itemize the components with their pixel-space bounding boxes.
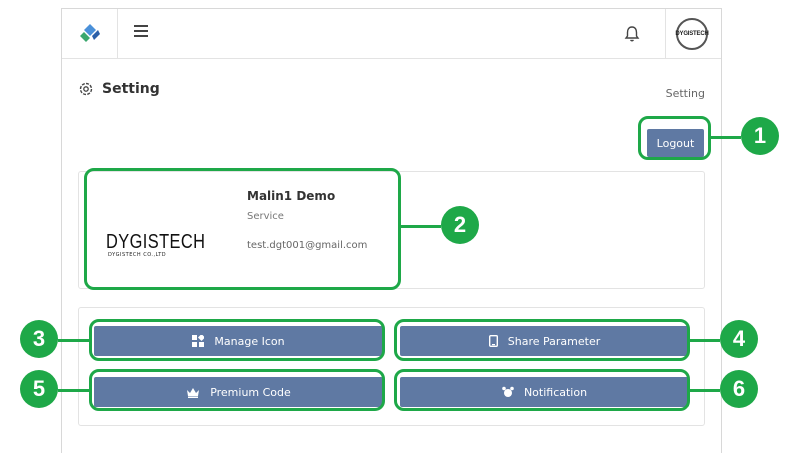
annotation-badge-3: 3 bbox=[20, 320, 58, 358]
page-title-text: Setting bbox=[102, 81, 160, 97]
highlight-frame-3 bbox=[89, 319, 385, 361]
annotation-badge-2: 2 bbox=[441, 206, 479, 244]
avatar[interactable]: DYGISTECH bbox=[675, 18, 709, 50]
top-navbar: DYGISTECH bbox=[62, 9, 721, 59]
app-logo-icon bbox=[80, 24, 100, 42]
annotation-badge-5: 5 bbox=[20, 370, 58, 408]
connector-6 bbox=[690, 389, 720, 392]
bell-icon[interactable] bbox=[622, 24, 642, 44]
settings-gear-icon bbox=[79, 82, 93, 96]
annotation-badge-6: 6 bbox=[720, 370, 758, 408]
highlight-frame-1 bbox=[638, 116, 711, 160]
menu-icon[interactable] bbox=[134, 25, 148, 39]
page-title: Setting bbox=[78, 81, 160, 97]
connector-2 bbox=[401, 225, 441, 228]
user-avatar-cell[interactable]: DYGISTECH bbox=[665, 9, 721, 58]
breadcrumb: Setting bbox=[665, 87, 705, 100]
highlight-frame-4 bbox=[394, 319, 690, 361]
app-logo[interactable] bbox=[62, 9, 118, 58]
connector-4 bbox=[690, 339, 720, 342]
annotation-badge-1: 1 bbox=[741, 117, 779, 155]
highlight-frame-6 bbox=[394, 369, 690, 411]
highlight-frame-5 bbox=[89, 369, 385, 411]
connector-3 bbox=[58, 339, 89, 342]
highlight-frame-2 bbox=[84, 168, 401, 290]
annotation-badge-4: 4 bbox=[720, 320, 758, 358]
connector-1 bbox=[711, 136, 741, 139]
connector-5 bbox=[58, 389, 89, 392]
